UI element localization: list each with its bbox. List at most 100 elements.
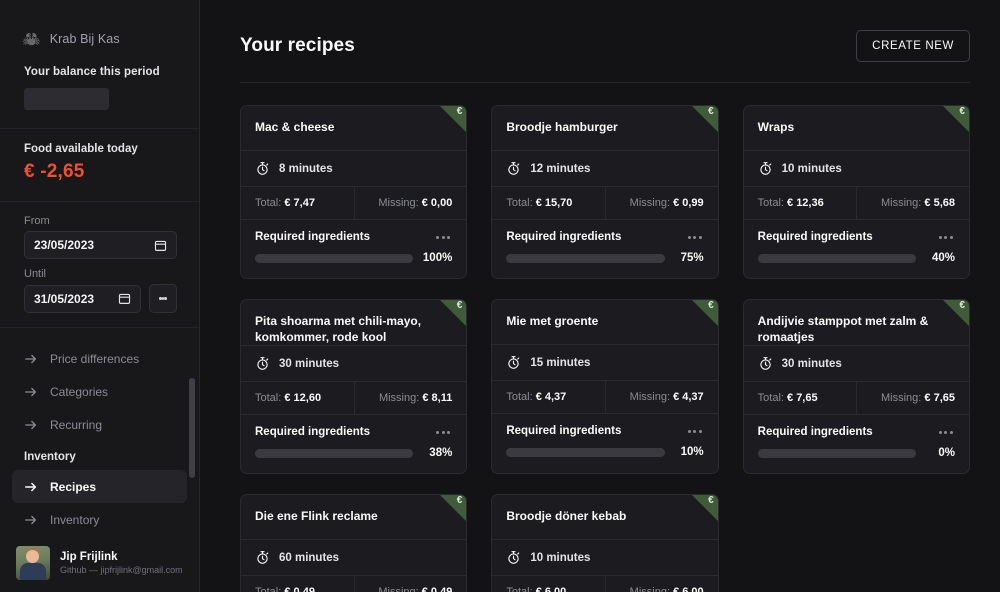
recipe-title: Broodje hamburger <box>492 106 717 150</box>
from-label: From <box>24 215 177 227</box>
missing-value: € 5,68 <box>924 197 955 209</box>
sidebar-item-recipes[interactable]: Recipes <box>12 470 187 503</box>
date-options-button[interactable] <box>149 284 177 313</box>
brand[interactable]: 🦀 Krab Bij Kas <box>0 0 199 52</box>
euro-corner-badge <box>943 106 969 132</box>
recipe-options-button[interactable] <box>688 236 704 239</box>
kebab-dot-icon <box>442 431 445 434</box>
user-name: Jip Frijlink <box>60 551 183 563</box>
recipe-options-button[interactable] <box>436 236 452 239</box>
recipe-card[interactable]: €Mie met groente15 minutesTotal: € 4,37M… <box>491 299 718 474</box>
food-section: Food available today € -2,65 <box>0 129 199 202</box>
calendar-icon <box>118 292 131 305</box>
required-ingredients-label: Required ingredients <box>758 231 873 243</box>
recipe-options-button[interactable] <box>688 430 704 433</box>
kebab-dot-icon <box>693 430 696 433</box>
food-amount: € -2,65 <box>24 161 177 183</box>
progress-percent: 75% <box>674 252 704 264</box>
sidebar-item-categories[interactable]: Categories <box>12 375 187 408</box>
recipe-time-row: 10 minutes <box>744 151 969 186</box>
recipe-time-label: 30 minutes <box>279 358 339 370</box>
avatar <box>16 546 50 580</box>
required-ingredients-row: Required ingredients <box>492 414 717 437</box>
recipe-options-button[interactable] <box>939 236 955 239</box>
food-label: Food available today <box>24 143 177 155</box>
sidebar-nav: Price differences Categories Recurring I… <box>0 328 199 536</box>
missing-value: € 7,65 <box>924 392 955 404</box>
required-ingredients-label: Required ingredients <box>506 231 621 243</box>
user-account: Github — jipfrijlink@gmail.com <box>60 565 183 575</box>
total-value: € 4,37 <box>536 391 567 403</box>
recipe-missing: Missing: € 0,99 <box>605 187 718 219</box>
progress-percent: 100% <box>422 252 452 264</box>
progress-row: 75% <box>492 243 717 278</box>
sidebar-item-label: Inventory <box>50 513 99 527</box>
euro-corner-label: € <box>457 496 463 506</box>
recipe-time-row: 30 minutes <box>241 346 466 381</box>
stopwatch-icon <box>758 161 773 176</box>
recipe-card[interactable]: €Wraps10 minutesTotal: € 12,36Missing: €… <box>743 105 970 279</box>
required-ingredients-label: Required ingredients <box>255 231 370 243</box>
missing-prefix: Missing: <box>630 391 673 403</box>
stopwatch-icon <box>506 355 521 370</box>
from-date-value: 23/05/2023 <box>34 238 94 252</box>
balance-skeleton <box>24 88 109 110</box>
recipe-card[interactable]: €Broodje döner kebab10 minutesTotal: € 6… <box>491 494 718 592</box>
recipe-card[interactable]: €Pita shoarma met chili-mayo, komkommer,… <box>240 299 467 474</box>
recipe-total: Total: € 0,49 <box>241 576 354 592</box>
sidebar-item-label: Price differences <box>50 352 139 366</box>
stopwatch-icon <box>255 356 270 371</box>
euro-corner-label: € <box>959 301 965 311</box>
total-value: € 7,47 <box>284 197 315 209</box>
sidebar-group-title: Inventory <box>12 451 187 463</box>
page-title: Your recipes <box>240 35 355 57</box>
kebab-dot-icon <box>939 431 942 434</box>
recipe-time-label: 10 minutes <box>782 163 842 175</box>
total-prefix: Total: <box>758 392 787 404</box>
progress-percent: 38% <box>422 447 452 459</box>
total-prefix: Total: <box>255 392 284 404</box>
sidebar-scrollbar[interactable] <box>189 378 195 478</box>
missing-value: € 8,11 <box>422 392 452 404</box>
recipe-time-label: 12 minutes <box>530 163 590 175</box>
recipe-total: Total: € 4,37 <box>492 381 605 413</box>
missing-value: € 4,37 <box>673 391 704 403</box>
euro-corner-label: € <box>708 496 714 506</box>
recipe-options-button[interactable] <box>939 431 955 434</box>
total-value: € 12,36 <box>787 197 824 209</box>
arrow-right-icon <box>24 513 38 527</box>
recipe-card[interactable]: €Andijvie stamppot met zalm & romaatjes 3… <box>743 299 970 474</box>
from-date-input[interactable]: 23/05/2023 <box>24 231 177 259</box>
euro-corner-badge <box>943 300 969 326</box>
kebab-dot-icon <box>447 236 450 239</box>
sidebar-item-recurring[interactable]: Recurring <box>12 408 187 441</box>
kebab-dot-icon <box>447 431 450 434</box>
missing-value: € 0,00 <box>422 197 453 209</box>
sidebar: 🦀 Krab Bij Kas Your balance this period … <box>0 0 200 592</box>
recipe-card[interactable]: €Mac & cheese8 minutesTotal: € 7,47Missi… <box>240 105 467 279</box>
create-new-button[interactable]: CREATE NEW <box>856 30 970 62</box>
kebab-dot-icon <box>164 297 167 300</box>
recipe-card[interactable]: €Die ene Flink reclame60 minutesTotal: €… <box>240 494 467 592</box>
recipe-options-button[interactable] <box>436 431 452 434</box>
total-prefix: Total: <box>506 197 535 209</box>
recipe-time-row: 8 minutes <box>241 151 466 186</box>
required-ingredients-row: Required ingredients <box>492 220 717 243</box>
euro-corner-label: € <box>959 107 965 117</box>
recipe-money-row: Total: € 4,37 Missing: € 4,37 <box>492 381 717 413</box>
euro-corner-label: € <box>457 107 463 117</box>
recipe-title: Mie met groente <box>492 300 717 344</box>
user-profile[interactable]: Jip Frijlink Github — jipfrijlink@gmail.… <box>0 536 199 592</box>
recipe-title: Andijvie stamppot met zalm & romaatjes <box>744 300 969 345</box>
sidebar-item-inventory[interactable]: Inventory <box>12 503 187 536</box>
recipe-total: Total: € 15,70 <box>492 187 605 219</box>
sidebar-item-price-differences[interactable]: Price differences <box>12 342 187 375</box>
until-date-input[interactable]: 31/05/2023 <box>24 285 141 313</box>
sidebar-item-label: Recurring <box>50 418 102 432</box>
recipe-time-row: 15 minutes <box>492 345 717 380</box>
progress-track <box>255 254 413 263</box>
arrow-right-icon <box>24 385 38 399</box>
recipe-card[interactable]: €Broodje hamburger12 minutesTotal: € 15,… <box>491 105 718 279</box>
recipe-time-label: 30 minutes <box>782 358 842 370</box>
recipe-time-label: 15 minutes <box>530 357 590 369</box>
